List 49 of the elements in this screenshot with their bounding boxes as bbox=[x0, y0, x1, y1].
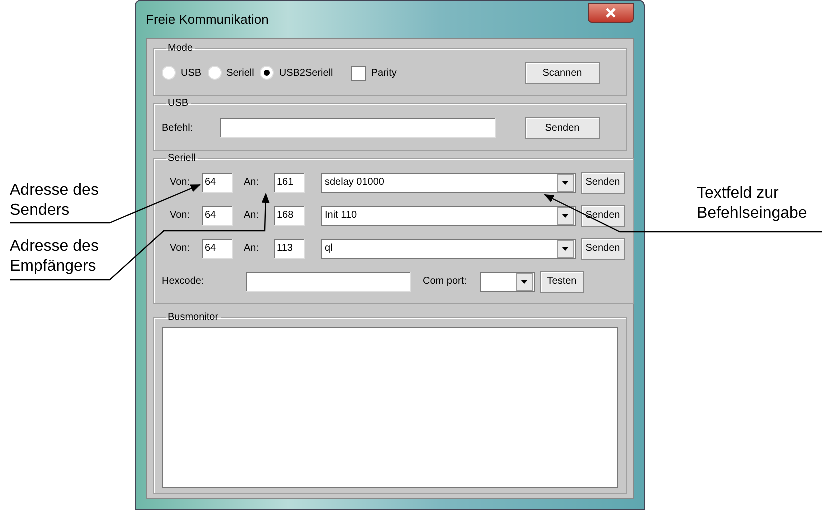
radio-label: Seriell bbox=[226, 68, 254, 78]
annotation-label: Adresse des Empfängers bbox=[10, 237, 99, 277]
send-button[interactable]: Senden bbox=[581, 204, 625, 226]
command-field[interactable] bbox=[220, 118, 496, 138]
field-label: Hexcode: bbox=[162, 276, 206, 287]
radio-button[interactable] bbox=[162, 66, 176, 80]
group-label: Mode bbox=[167, 43, 194, 54]
address-field[interactable]: 113 bbox=[274, 238, 305, 258]
radio-label: USB2Seriell bbox=[279, 68, 334, 78]
field-label: An: bbox=[244, 177, 260, 188]
address-field[interactable]: 161 bbox=[274, 172, 305, 192]
address-field[interactable]: 64 bbox=[202, 238, 233, 258]
command-combobox[interactable]: ql bbox=[321, 238, 576, 258]
group-label: Seriell bbox=[167, 153, 197, 164]
dropdown-arrow-icon bbox=[521, 280, 528, 284]
annotation-label: Textfeld zur Befehlseingabe bbox=[697, 184, 808, 224]
dropdown-arrow-icon bbox=[562, 214, 569, 218]
radio-label: USB bbox=[181, 68, 202, 78]
dropdown-arrow-icon bbox=[562, 246, 569, 250]
command-combobox[interactable]: Init 110 bbox=[321, 206, 576, 226]
radio-button[interactable] bbox=[260, 66, 274, 80]
field-label: Com port: bbox=[423, 276, 468, 287]
field-label: An: bbox=[244, 243, 260, 254]
send-button[interactable]: Senden bbox=[581, 238, 625, 260]
field-label: Von: bbox=[170, 243, 192, 254]
group-label: USB bbox=[167, 98, 190, 109]
field-label: Befehl: bbox=[162, 122, 194, 134]
dropdown-arrow-icon bbox=[562, 180, 569, 184]
close-icon bbox=[606, 8, 616, 18]
address-field[interactable]: 168 bbox=[274, 206, 305, 226]
address-field[interactable]: 64 bbox=[202, 172, 233, 192]
window-title: Freie Kommunikation bbox=[146, 12, 269, 27]
scan-button[interactable]: Scannen bbox=[525, 62, 600, 84]
close-button[interactable] bbox=[588, 2, 634, 22]
test-button[interactable]: Testen bbox=[540, 270, 584, 292]
send-button[interactable]: Senden bbox=[581, 172, 625, 194]
radio-button[interactable] bbox=[208, 66, 222, 80]
checkbox-label: Parity bbox=[371, 68, 397, 78]
field-label: Von: bbox=[170, 177, 192, 188]
checkbox[interactable] bbox=[351, 66, 366, 80]
group-label: Busmonitor bbox=[167, 312, 220, 323]
field-label: An: bbox=[244, 210, 260, 221]
annotation-label: Adresse des Senders bbox=[10, 181, 99, 221]
com-port-combobox[interactable] bbox=[480, 272, 535, 292]
address-field[interactable]: 64 bbox=[202, 206, 233, 226]
hexcode-field[interactable] bbox=[246, 272, 411, 292]
command-combobox[interactable]: sdelay 01000 bbox=[321, 172, 576, 192]
send-button[interactable]: Senden bbox=[525, 117, 600, 139]
field-label: Von: bbox=[170, 210, 192, 221]
